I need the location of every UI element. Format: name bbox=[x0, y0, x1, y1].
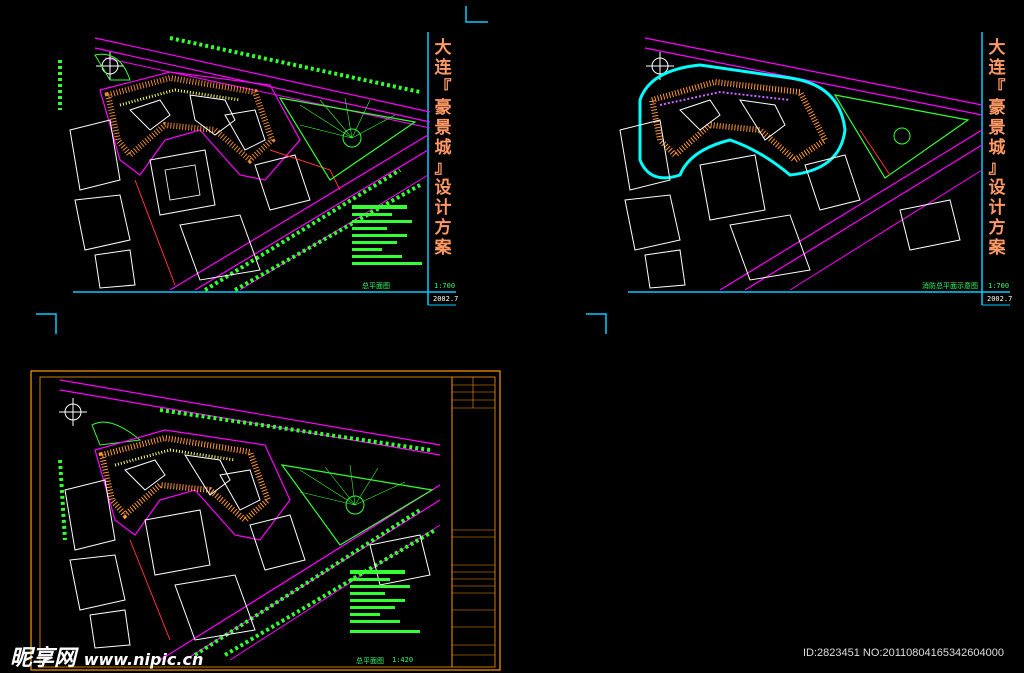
watermark-id: ID:2823451 NO:20110804165342604000 bbox=[802, 647, 1004, 659]
sheet-1-title-char: 大 bbox=[434, 38, 452, 58]
cad-drawing-canvas bbox=[30, 6, 1010, 671]
sheet-1-caption: 总平面图 bbox=[362, 282, 390, 290]
sheet-2-title-char: 城 bbox=[988, 138, 1006, 158]
sheet-1-title-char: 计 bbox=[434, 198, 452, 218]
sheet-1-title-char: 『 bbox=[434, 78, 452, 98]
sheet-2-date: 2002.7 bbox=[987, 295, 1013, 303]
sheet-1-title-char: 』 bbox=[434, 158, 452, 178]
sheet-2-title-char: 『 bbox=[988, 78, 1006, 98]
sheet-3-scale: 1:420 bbox=[392, 656, 414, 664]
sheet-3 bbox=[30, 370, 501, 671]
sheet-2-title-char: 大 bbox=[988, 38, 1006, 58]
sheet-2-title: 大 连 『 豪 景 城 』 设 计 方 案 bbox=[987, 38, 1007, 258]
sheet-1-title-char: 设 bbox=[434, 178, 452, 198]
sheet-2-title-char: 方 bbox=[988, 218, 1006, 238]
sheet-1-date: 2002.7 bbox=[433, 295, 459, 303]
sheet-1-title-char: 连 bbox=[434, 58, 452, 78]
sheet-1-title-char: 案 bbox=[434, 238, 452, 258]
sheet-1-title-char: 景 bbox=[434, 118, 452, 138]
sheet-2-title-char: 设 bbox=[988, 178, 1006, 198]
watermark-brand: 昵享网 www.nipic.cn bbox=[10, 640, 203, 672]
watermark-url: www.nipic.cn bbox=[83, 650, 204, 669]
sheet-3-caption: 总平面图 bbox=[356, 657, 384, 665]
sheet-2-scale: 1:700 bbox=[988, 282, 1010, 290]
sheet-2-title-char: 连 bbox=[988, 58, 1006, 78]
sheet-2-title-char: 』 bbox=[988, 158, 1006, 178]
sheet-2-title-char: 豪 bbox=[988, 98, 1006, 118]
sheet-2-title-char: 景 bbox=[988, 118, 1006, 138]
sheet-1-title-char: 豪 bbox=[434, 98, 452, 118]
sheet-1-scale: 1:700 bbox=[434, 282, 456, 290]
sheet-1 bbox=[36, 6, 488, 334]
sheet-1-title-char: 方 bbox=[434, 218, 452, 238]
watermark-brand-name: 昵享网 bbox=[10, 646, 77, 671]
sheet-2-title-char: 案 bbox=[988, 238, 1006, 258]
sheet-1-title: 大 连 『 豪 景 城 』 设 计 方 案 bbox=[433, 38, 453, 258]
sheet-2-title-char: 计 bbox=[988, 198, 1006, 218]
sheet-2-caption: 消防总平面示意图 bbox=[922, 282, 978, 290]
sheet-1-title-char: 城 bbox=[434, 138, 452, 158]
